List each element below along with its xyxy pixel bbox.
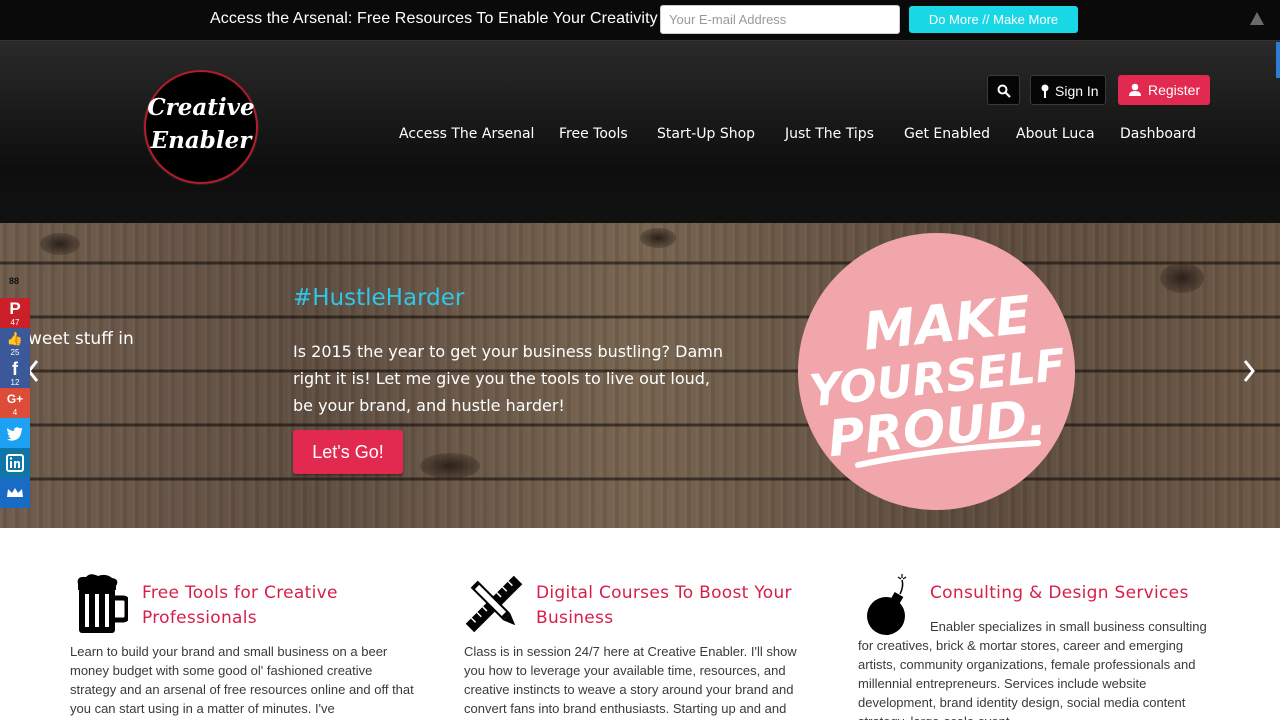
- beer-mug-icon: [77, 574, 128, 633]
- make-yourself-proud-badge: MAKE YOURSELF PROUD.: [798, 233, 1075, 510]
- optin-bar: Access the Arsenal: Free Resources To En…: [0, 0, 1280, 40]
- nav-get-enabled[interactable]: Get Enabled: [904, 126, 990, 142]
- facebook-icon: f: [12, 359, 18, 379]
- hero-hashtag: #HustleHarder: [293, 285, 465, 311]
- collapse-triangle-icon[interactable]: [1250, 12, 1264, 25]
- register-label: Register: [1148, 82, 1201, 98]
- twitter-icon: [7, 427, 23, 441]
- facebook-count: 12: [10, 378, 20, 387]
- pinterest-icon: P: [9, 299, 21, 318]
- feature-body: Enabler specializes in small business co…: [858, 619, 1207, 720]
- sign-in-button[interactable]: Sign In: [1030, 75, 1106, 105]
- lets-go-button[interactable]: Let's Go!: [293, 430, 403, 474]
- nav-free-tools[interactable]: Free Tools: [559, 126, 628, 142]
- site-header: Creative Enabler Sign In Register Access…: [0, 40, 1280, 223]
- logo-line-2: Enabler: [150, 127, 252, 154]
- pinterest-count: 47: [10, 318, 20, 327]
- linkedin-icon: [6, 454, 24, 472]
- optin-headline: Access the Arsenal: Free Resources To En…: [210, 10, 658, 27]
- optin-submit-button[interactable]: Do More // Make More: [909, 6, 1078, 33]
- twitter-share-button[interactable]: [0, 418, 30, 448]
- google-plus-count: 4: [12, 408, 18, 417]
- thumbs-up-icon: 👍: [6, 331, 24, 346]
- feature-title[interactable]: Free Tools for Creative Professionals: [142, 581, 412, 631]
- email-input[interactable]: [660, 5, 900, 34]
- pencil-ruler-icon: [465, 575, 523, 633]
- key-icon: [1041, 84, 1049, 98]
- wood-knot: [1160, 263, 1204, 293]
- search-button[interactable]: [987, 75, 1020, 105]
- search-icon: [997, 84, 1011, 98]
- nav-just-the-tips[interactable]: Just The Tips: [785, 126, 874, 142]
- like-share-button[interactable]: 👍 25: [0, 328, 30, 358]
- google-plus-icon: G+: [6, 392, 24, 406]
- wood-knot: [40, 233, 80, 255]
- crown-share-button[interactable]: [0, 478, 30, 508]
- feature-title[interactable]: Consulting & Design Services: [930, 581, 1230, 606]
- like-count: 25: [10, 348, 20, 357]
- register-button[interactable]: Register: [1118, 75, 1210, 105]
- sign-in-label: Sign In: [1055, 83, 1099, 99]
- nav-access-the-arsenal[interactable]: Access The Arsenal: [399, 126, 534, 142]
- user-icon: [1129, 83, 1141, 96]
- crown-icon: [7, 488, 23, 497]
- feature-title[interactable]: Digital Courses To Boost Your Business: [536, 581, 806, 631]
- feature-body: Learn to build your brand and small busi…: [70, 644, 414, 716]
- nav-start-up-shop[interactable]: Start-Up Shop: [657, 126, 755, 142]
- wood-knot: [640, 228, 676, 248]
- feature-body: Class is in session 24/7 here at Creativ…: [464, 644, 797, 716]
- share-total-count: 88: [9, 276, 20, 286]
- page-scrollbar-thumb[interactable]: [1276, 42, 1280, 78]
- nav-dashboard[interactable]: Dashboard: [1120, 126, 1196, 142]
- chevron-right-icon[interactable]: [1242, 359, 1256, 383]
- facebook-share-button[interactable]: f 12: [0, 358, 30, 388]
- google-plus-share-button[interactable]: G+ 4: [0, 388, 30, 418]
- previous-slide-text: weet stuff in: [28, 329, 134, 349]
- hero-slider: weet stuff in #HustleHarder Is 2015 the …: [0, 223, 1280, 528]
- wood-knot: [420, 453, 480, 479]
- linkedin-share-button[interactable]: [0, 448, 30, 478]
- badge-lettering: MAKE YOURSELF PROUD.: [807, 285, 1068, 468]
- nav-about-luca[interactable]: About Luca: [1016, 126, 1095, 142]
- pinterest-share-button[interactable]: P 47: [0, 298, 30, 328]
- logo-line-1: Creative: [147, 94, 255, 121]
- site-logo[interactable]: Creative Enabler: [144, 70, 258, 184]
- hero-body-text: Is 2015 the year to get your business bu…: [293, 342, 723, 415]
